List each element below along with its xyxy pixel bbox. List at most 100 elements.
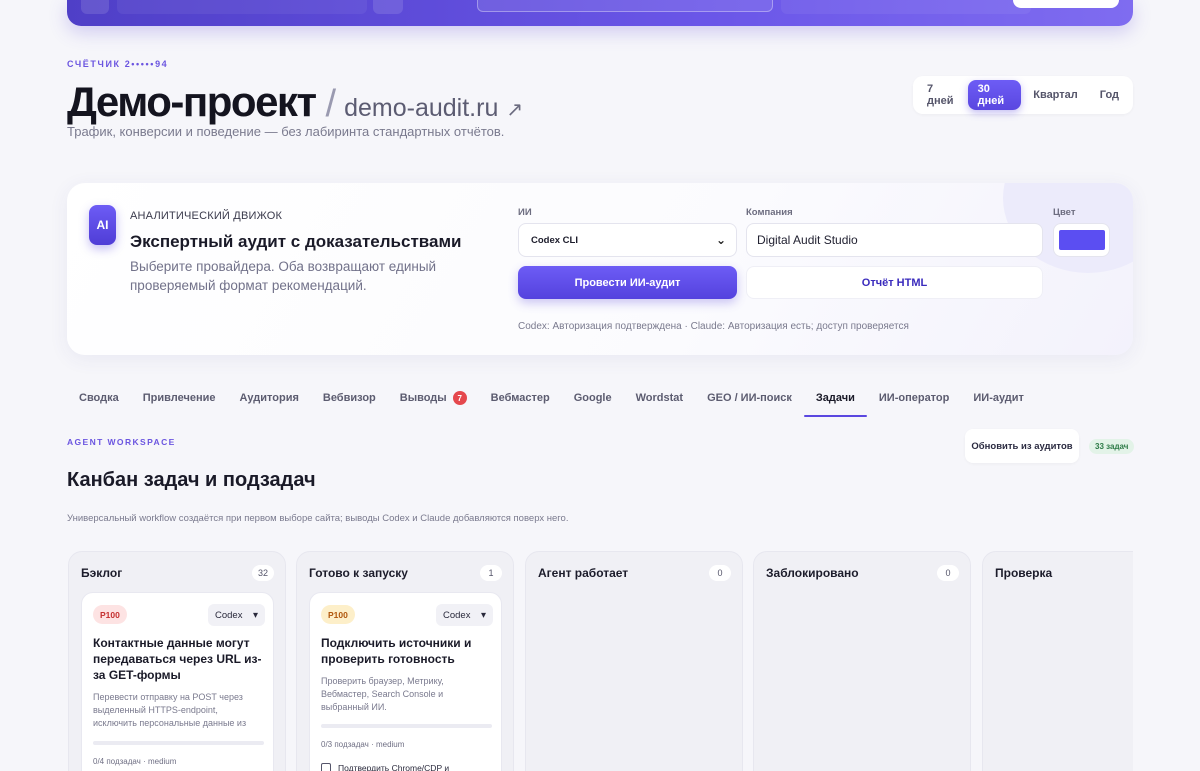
subtask-progress-bar bbox=[93, 741, 264, 745]
tab-label: Сводка bbox=[79, 392, 119, 404]
period-7-days[interactable]: 7 дней bbox=[917, 80, 966, 110]
period-30-days[interactable]: 30 дней bbox=[967, 80, 1022, 110]
tab-label: Задачи bbox=[815, 392, 855, 404]
company-label: Компания bbox=[746, 207, 793, 218]
color-swatch bbox=[1058, 230, 1105, 250]
subtask-item[interactable]: Подтвердить Chrome/CDP и bbox=[321, 763, 449, 771]
tab-ai-audit[interactable]: ИИ-аудит bbox=[961, 384, 1036, 418]
ai-panel-description: Выберите провайдера. Оба возвращают един… bbox=[130, 259, 437, 293]
tab-google[interactable]: Google bbox=[562, 384, 624, 418]
column-title: Проверка bbox=[995, 566, 1053, 580]
kanban-column-review: Проверка bbox=[982, 551, 1133, 771]
section-tabs: Сводка Привлечение Аудитория Вебвизор Вы… bbox=[67, 384, 1036, 418]
title-separator: / bbox=[325, 83, 337, 125]
insights-count-badge: 7 bbox=[452, 391, 467, 405]
chevron-down-icon: ▾ bbox=[480, 609, 486, 621]
top-action-button[interactable] bbox=[1013, 0, 1119, 8]
period-switcher: 7 дней 30 дней Квартал Год bbox=[913, 76, 1133, 114]
tab-label: Wordstat bbox=[635, 392, 684, 404]
tab-label: Выводы bbox=[399, 392, 447, 404]
task-card[interactable]: P100 Codex ▾ Контактные данные могут пер… bbox=[81, 592, 274, 771]
task-card[interactable]: P100 Codex ▾ Подключить источники и пров… bbox=[309, 592, 502, 771]
column-count: 1 bbox=[480, 565, 502, 581]
task-meta: 0/4 подзадач · medium bbox=[93, 757, 177, 766]
tab-wordstat[interactable]: Wordstat bbox=[624, 384, 695, 418]
tab-webmaster[interactable]: Вебмастер bbox=[479, 384, 562, 418]
ai-panel-title: Экспертный аудит с доказательствами bbox=[130, 232, 462, 251]
provider-select[interactable]: Codex CLI ⌄ bbox=[518, 223, 737, 257]
task-title: Подключить источники и проверить готовно… bbox=[321, 636, 472, 666]
html-report-button[interactable]: Отчёт HTML bbox=[746, 266, 1043, 299]
refresh-from-audits-button[interactable]: Обновить из аудитов bbox=[965, 429, 1079, 463]
tab-label: Аудитория bbox=[239, 392, 299, 404]
provider-select-value: Codex CLI bbox=[531, 234, 578, 246]
task-description: Проверить браузер, Метрику, Вебмастер, S… bbox=[321, 676, 444, 712]
workspace-description: Универсальный workflow создаётся при пер… bbox=[67, 513, 569, 524]
project-domain[interactable]: demo-audit.ru bbox=[344, 94, 498, 123]
task-title: Контактные данные могут передаваться чер… bbox=[93, 636, 262, 682]
external-link-icon[interactable]: ↗ bbox=[506, 97, 523, 122]
column-title: Агент работает bbox=[538, 566, 629, 580]
color-picker[interactable] bbox=[1053, 223, 1110, 257]
column-title: Бэклог bbox=[81, 566, 123, 580]
column-count: 0 bbox=[709, 565, 731, 581]
priority-badge: P100 bbox=[321, 605, 355, 624]
kanban-column-ready: Готово к запуску 1 P100 Codex ▾ Подключи… bbox=[296, 551, 514, 771]
tab-label: GEO / ИИ-поиск bbox=[707, 392, 792, 404]
kanban-column-agent-working: Агент работает 0 bbox=[525, 551, 743, 771]
page-subtitle: Трафик, конверсии и поведение — без лаби… bbox=[67, 124, 505, 139]
tab-label: ИИ-оператор bbox=[878, 392, 950, 404]
agent-select[interactable]: Codex ▾ bbox=[208, 604, 265, 626]
period-quarter[interactable]: Квартал bbox=[1023, 80, 1088, 110]
agent-select-value: Codex bbox=[215, 609, 243, 621]
tab-insights[interactable]: Выводы 7 bbox=[388, 384, 479, 418]
tab-tasks[interactable]: Задачи bbox=[803, 384, 867, 418]
tab-label: Привлечение bbox=[142, 392, 216, 404]
subtask-checkbox[interactable] bbox=[321, 763, 331, 771]
chevron-down-icon: ▾ bbox=[252, 609, 258, 621]
agent-select[interactable]: Codex ▾ bbox=[436, 604, 493, 626]
nav-pill[interactable] bbox=[373, 0, 403, 14]
column-count: 0 bbox=[937, 565, 959, 581]
tab-acquisition[interactable]: Привлечение bbox=[131, 384, 228, 418]
kanban-column-blocked: Заблокировано 0 bbox=[753, 551, 971, 771]
tab-label: Вебвизор bbox=[322, 392, 376, 404]
tab-label: ИИ-аудит bbox=[973, 392, 1024, 404]
page-title: Демо-проект / demo-audit.ru ↗ bbox=[67, 78, 523, 126]
nav-pill[interactable] bbox=[81, 0, 109, 14]
task-meta: 0/3 подзадач · medium bbox=[321, 740, 405, 749]
company-input[interactable]: Digital Audit Studio bbox=[746, 223, 1043, 257]
priority-badge: P100 bbox=[93, 605, 127, 624]
tab-webvisor[interactable]: Вебвизор bbox=[311, 384, 388, 418]
tab-summary[interactable]: Сводка bbox=[67, 384, 131, 418]
ai-audit-panel: AI АНАЛИТИЧЕСКИЙ ДВИЖОК Экспертный аудит… bbox=[67, 183, 1133, 355]
project-name: Демо-проект bbox=[67, 78, 317, 125]
workspace-title: Канбан задач и подзадач bbox=[67, 469, 316, 491]
tab-label: Google bbox=[573, 392, 612, 404]
task-description: Перевести отправку на POST через выделен… bbox=[93, 692, 247, 728]
provider-label: ИИ bbox=[518, 207, 532, 218]
auth-status-text: Codex: Авторизация подтверждена · Claude… bbox=[518, 321, 909, 332]
color-label: Цвет bbox=[1053, 207, 1076, 218]
task-count-badge: 33 задач bbox=[1089, 439, 1135, 454]
chevron-down-icon: ⌄ bbox=[715, 233, 726, 247]
tab-audience[interactable]: Аудитория bbox=[227, 384, 310, 418]
tab-geo-ai-search[interactable]: GEO / ИИ-поиск bbox=[695, 384, 804, 418]
kanban-board: Бэклог 32 P100 Codex ▾ Контактные данные… bbox=[67, 551, 1133, 771]
project-search-input[interactable] bbox=[477, 0, 773, 12]
ai-badge-icon: AI bbox=[89, 205, 116, 245]
period-year[interactable]: Год bbox=[1090, 80, 1129, 110]
run-ai-audit-button[interactable]: Провести ИИ-аудит bbox=[518, 266, 737, 299]
column-count: 32 bbox=[252, 565, 274, 581]
kanban-column-backlog: Бэклог 32 P100 Codex ▾ Контактные данные… bbox=[68, 551, 286, 771]
nav-pill[interactable] bbox=[117, 0, 367, 14]
tab-ai-operator[interactable]: ИИ-оператор bbox=[867, 384, 961, 418]
ai-panel-label: АНАЛИТИЧЕСКИЙ ДВИЖОК bbox=[130, 210, 283, 222]
counter-kicker: СЧЁТЧИК 2•••••94 bbox=[67, 59, 169, 69]
nav-pill[interactable] bbox=[781, 0, 1031, 14]
tab-label: Вебмастер bbox=[490, 392, 550, 404]
column-title: Заблокировано bbox=[766, 566, 859, 580]
subtask-label: Подтвердить Chrome/CDP и bbox=[338, 763, 450, 771]
top-navigation-bar bbox=[67, 0, 1133, 26]
workspace-kicker: AGENT WORKSPACE bbox=[67, 437, 176, 447]
